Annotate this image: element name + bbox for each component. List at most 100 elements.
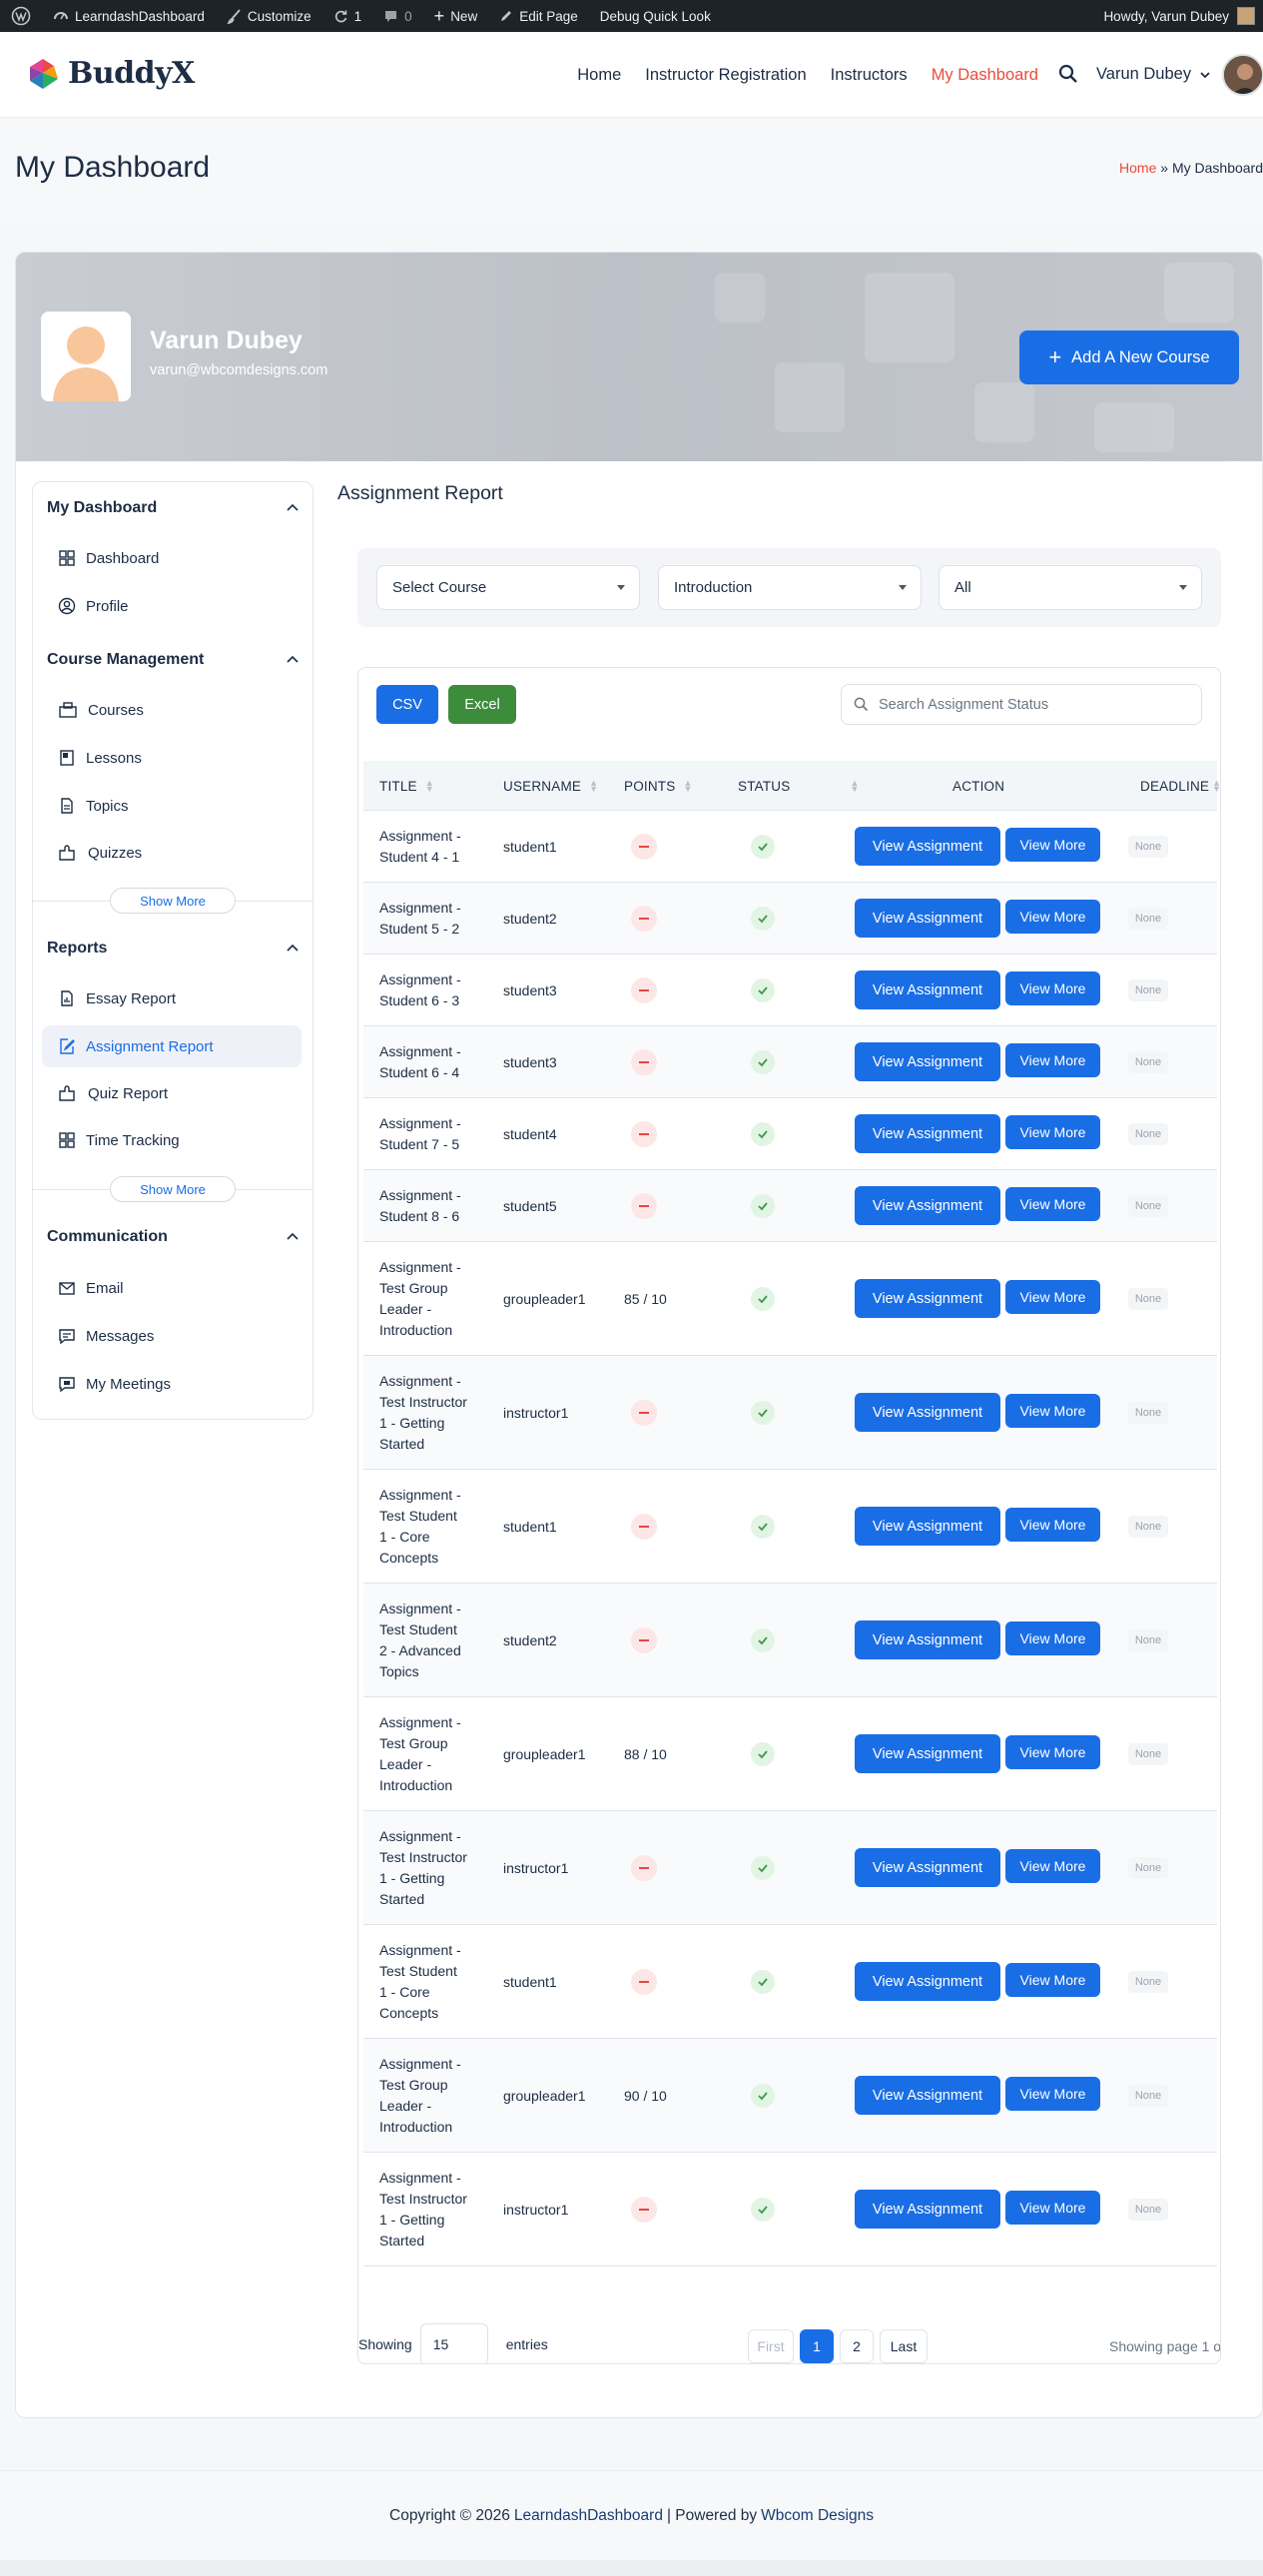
chevron-up-icon[interactable] <box>287 1232 299 1242</box>
admin-comments[interactable]: 0 <box>372 0 423 32</box>
sidebar-item-courses[interactable]: Courses <box>42 689 302 731</box>
add-new-course-button[interactable]: + Add A New Course <box>1019 330 1239 384</box>
wordpress-logo-icon[interactable] <box>0 0 42 32</box>
view-assignment-button[interactable]: View Assignment <box>855 2190 1000 2229</box>
csv-export-button[interactable]: CSV <box>376 685 438 724</box>
view-more-button[interactable]: View More <box>1005 2191 1100 2225</box>
search-icon[interactable] <box>1058 64 1078 84</box>
sidebar-item-quizzes[interactable]: Quizzes <box>42 832 302 874</box>
view-assignment-button[interactable]: View Assignment <box>855 970 1000 1009</box>
assignment-title[interactable]: Assignment - Test Group Leader - Introducti… <box>379 1242 479 1356</box>
admin-debug[interactable]: Debug Quick Look <box>589 0 722 32</box>
view-assignment-button[interactable]: View Assignment <box>855 1507 1000 1546</box>
admin-my-account[interactable]: Howdy, Varun Dubey <box>1103 0 1255 32</box>
assignment-title[interactable]: Assignment - Student 4 - 1 <box>379 811 479 883</box>
course-select[interactable]: Select Course <box>376 565 640 610</box>
admin-updates[interactable]: 1 <box>322 0 373 32</box>
entries-input[interactable]: 15 <box>419 2323 488 2363</box>
view-more-button[interactable]: View More <box>1005 1735 1100 1769</box>
view-assignment-button[interactable]: View Assignment <box>855 899 1000 938</box>
assignment-title[interactable]: Assignment - Test Student 2 - Advanced Topi… <box>379 1584 479 1697</box>
view-more-button[interactable]: View More <box>1005 1849 1100 1883</box>
view-more-button[interactable]: View More <box>1005 1508 1100 1542</box>
admin-customize[interactable]: Customize <box>216 0 322 32</box>
assignment-title[interactable]: Assignment - Student 8 - 6 <box>379 1170 479 1242</box>
breadcrumb-home[interactable]: Home <box>1119 160 1156 176</box>
sidebar-item-topics[interactable]: Topics <box>42 785 302 827</box>
view-more-button[interactable]: View More <box>1005 1187 1100 1221</box>
view-more-button[interactable]: View More <box>1005 900 1100 934</box>
assignment-title[interactable]: Assignment - Test Instructor 1 - Getting St… <box>379 1811 479 1925</box>
nav-my-dashboard[interactable]: My Dashboard <box>932 66 1038 85</box>
pagination-page-1[interactable]: 1 <box>800 2329 834 2363</box>
admin-new[interactable]: + New <box>423 0 489 32</box>
sidebar-item-quiz-report[interactable]: Quiz Report <box>42 1072 302 1114</box>
view-more-button[interactable]: View More <box>1005 1115 1100 1149</box>
chevron-up-icon[interactable] <box>287 944 299 954</box>
view-more-button[interactable]: View More <box>1005 828 1100 862</box>
sidebar-item-messages[interactable]: Messages <box>42 1315 302 1357</box>
sidebar-item-lessons[interactable]: Lessons <box>42 737 302 779</box>
admin-edit-page[interactable]: Edit Page <box>488 0 589 32</box>
footer-powered-link[interactable]: Wbcom Designs <box>761 2507 874 2525</box>
sidebar-item-email[interactable]: Email <box>42 1267 302 1309</box>
section-my-dashboard[interactable]: My Dashboard <box>47 499 157 517</box>
view-assignment-button[interactable]: View Assignment <box>855 1186 1000 1225</box>
section-communication[interactable]: Communication <box>47 1228 168 1246</box>
show-more-button[interactable]: Show More <box>110 1176 236 1202</box>
section-course-management[interactable]: Course Management <box>47 651 204 669</box>
sidebar-item-my-meetings[interactable]: My Meetings <box>42 1363 302 1405</box>
show-more-button[interactable]: Show More <box>110 888 236 914</box>
column-title[interactable]: TITLE ▲ ▼ <box>379 761 434 811</box>
assignment-title[interactable]: Assignment - Student 7 - 5 <box>379 1098 479 1170</box>
column-points[interactable]: POINTS ▲ ▼ <box>624 761 693 811</box>
assignment-title[interactable]: Assignment - Test Group Leader - Introducti… <box>379 2039 479 2153</box>
view-assignment-button[interactable]: View Assignment <box>855 1734 1000 1773</box>
column-deadline[interactable]: DEADLINE ▲ ▼ <box>1140 761 1220 811</box>
view-assignment-button[interactable]: View Assignment <box>855 1114 1000 1153</box>
footer-site-link[interactable]: LearndashDashboard <box>514 2507 663 2525</box>
view-more-button[interactable]: View More <box>1005 1043 1100 1077</box>
profile-avatar[interactable] <box>41 312 131 401</box>
view-assignment-button[interactable]: View Assignment <box>855 1620 1000 1659</box>
assignment-title[interactable]: Assignment - Test Student 1 - Core Concepts <box>379 1470 479 1584</box>
chevron-up-icon[interactable] <box>287 655 299 665</box>
nav-instructor-registration[interactable]: Instructor Registration <box>645 66 806 85</box>
view-assignment-button[interactable]: View Assignment <box>855 1848 1000 1887</box>
view-more-button[interactable]: View More <box>1005 1394 1100 1428</box>
view-more-button[interactable]: View More <box>1005 1963 1100 1997</box>
column-username[interactable]: USERNAME ▲ ▼ <box>503 761 598 811</box>
pagination-page-2[interactable]: 2 <box>840 2329 874 2363</box>
assignment-title[interactable]: Assignment - Test Group Leader - Introducti… <box>379 1697 479 1811</box>
section-reports[interactable]: Reports <box>47 940 107 958</box>
pagination-last[interactable]: Last <box>880 2329 928 2363</box>
view-more-button[interactable]: View More <box>1005 1280 1100 1314</box>
nav-instructors[interactable]: Instructors <box>831 66 908 85</box>
view-assignment-button[interactable]: View Assignment <box>855 1279 1000 1318</box>
assignment-title[interactable]: Assignment - Student 6 - 3 <box>379 955 479 1026</box>
admin-site-link[interactable]: LearndashDashboard <box>42 0 216 32</box>
view-more-button[interactable]: View More <box>1005 971 1100 1005</box>
sidebar-item-profile[interactable]: Profile <box>42 585 302 627</box>
excel-export-button[interactable]: Excel <box>448 685 516 724</box>
sidebar-item-essay-report[interactable]: Essay Report <box>42 977 302 1019</box>
view-assignment-button[interactable]: View Assignment <box>855 1962 1000 2001</box>
assignment-title[interactable]: Assignment - Test Instructor 1 - Getting St… <box>379 1356 479 1470</box>
search-input[interactable]: Search Assignment Status <box>841 684 1202 725</box>
assignment-title[interactable]: Assignment - Student 6 - 4 <box>379 1026 479 1098</box>
sidebar-item-assignment-report[interactable]: Assignment Report <box>42 1025 302 1067</box>
user-avatar[interactable] <box>1222 54 1263 96</box>
view-assignment-button[interactable]: View Assignment <box>855 1042 1000 1081</box>
view-assignment-button[interactable]: View Assignment <box>855 1393 1000 1432</box>
assignment-title[interactable]: Assignment - Test Student 1 - Core Concepts <box>379 1925 479 2039</box>
view-assignment-button[interactable]: View Assignment <box>855 2076 1000 2115</box>
sidebar-item-dashboard[interactable]: Dashboard <box>42 537 302 579</box>
site-logo[interactable]: BuddyX <box>26 56 195 91</box>
status-select[interactable]: All <box>939 565 1202 610</box>
assignment-title[interactable]: Assignment - Student 5 - 2 <box>379 883 479 955</box>
pagination-first[interactable]: First <box>748 2329 794 2363</box>
sidebar-item-time-tracking[interactable]: Time Tracking <box>42 1119 302 1161</box>
lesson-select[interactable]: Introduction <box>658 565 922 610</box>
assignment-title[interactable]: Assignment - Test Instructor 1 - Getting St… <box>379 2153 479 2266</box>
user-menu[interactable]: Varun Dubey <box>1096 65 1211 84</box>
